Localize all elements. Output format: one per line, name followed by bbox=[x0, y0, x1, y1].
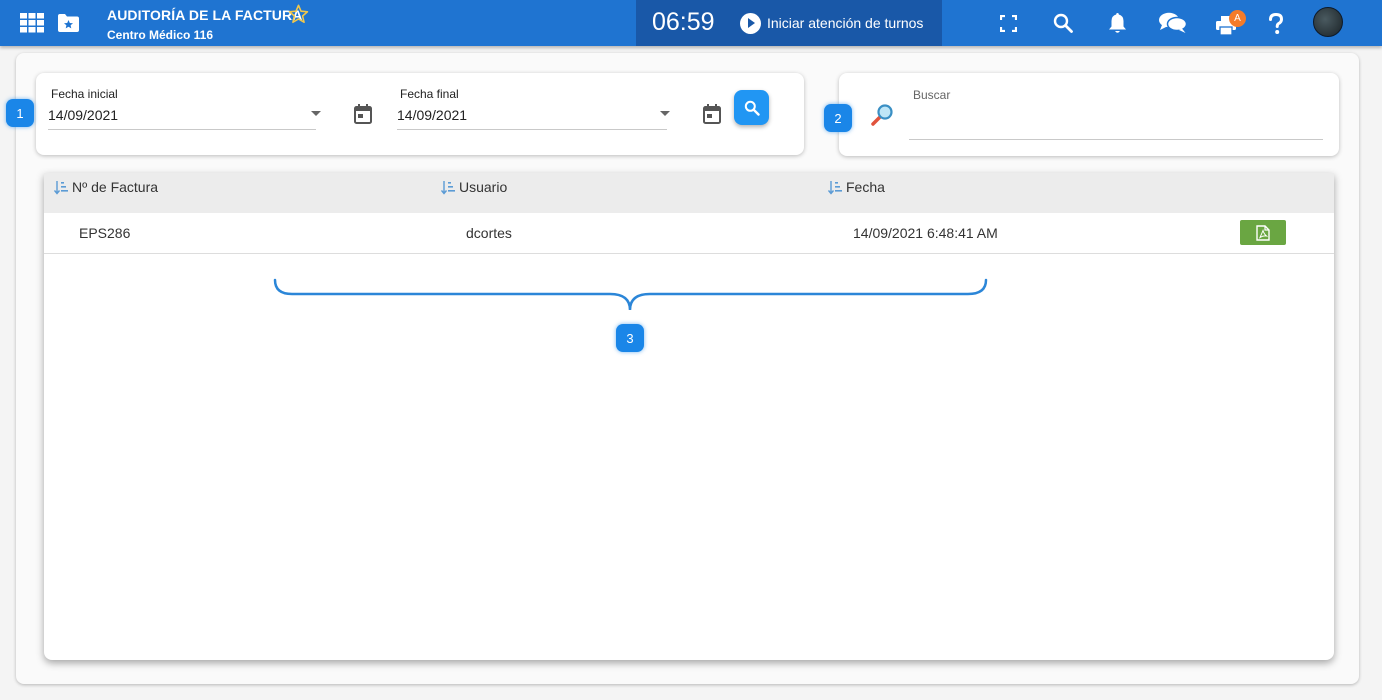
step-badge-3: 3 bbox=[616, 324, 644, 352]
step-badge-1: 1 bbox=[6, 99, 34, 127]
end-date-label: Fecha final bbox=[400, 87, 459, 101]
start-date-label: Fecha inicial bbox=[51, 87, 118, 101]
top-bar: AUDITORÍA DE LA FACTURA Centro Médico 11… bbox=[0, 0, 1382, 46]
invoice-table: Nº de Factura Usuario Fecha EPS286 dcort… bbox=[44, 173, 1334, 660]
pdf-button[interactable] bbox=[1240, 220, 1286, 245]
favorite-star-icon[interactable] bbox=[288, 4, 309, 29]
end-date-value[interactable]: 14/09/2021 bbox=[397, 107, 467, 123]
fullscreen-icon[interactable] bbox=[1000, 15, 1017, 32]
step-badge-2: 2 bbox=[824, 104, 852, 132]
search-label: Buscar bbox=[913, 88, 951, 102]
play-icon bbox=[740, 12, 761, 34]
search-icon bbox=[744, 100, 760, 116]
magnifier-icon bbox=[870, 103, 894, 132]
column-header-date-label: Fecha bbox=[846, 179, 885, 195]
search-input[interactable] bbox=[909, 108, 1323, 138]
search-icon[interactable] bbox=[1053, 13, 1073, 33]
apps-grid-icon[interactable] bbox=[20, 13, 44, 33]
table-header: Nº de Factura Usuario Fecha bbox=[44, 173, 1334, 213]
page-subtitle: Centro Médico 116 bbox=[107, 28, 214, 42]
cell-user: dcortes bbox=[466, 225, 512, 241]
sort-icon bbox=[441, 180, 455, 195]
cell-date: 14/09/2021 6:48:41 AM bbox=[853, 225, 998, 241]
search-button[interactable] bbox=[734, 90, 769, 125]
notification-badge: A bbox=[1229, 10, 1246, 27]
sort-icon bbox=[54, 180, 68, 195]
cell-invoice: EPS286 bbox=[79, 225, 131, 241]
end-date-dropdown-icon[interactable] bbox=[660, 111, 670, 116]
column-header-user-label: Usuario bbox=[459, 179, 508, 195]
column-header-user[interactable]: Usuario bbox=[441, 179, 507, 195]
start-date-underline bbox=[48, 129, 316, 130]
sort-icon bbox=[828, 180, 842, 195]
bell-icon[interactable] bbox=[1108, 12, 1127, 34]
pdf-icon bbox=[1256, 224, 1270, 241]
column-header-invoice-label: Nº de Factura bbox=[72, 179, 159, 195]
start-turns-button[interactable]: Iniciar atención de turnos bbox=[740, 11, 923, 35]
turns-panel: 06:59 Iniciar atención de turnos bbox=[636, 0, 942, 46]
table-row[interactable]: EPS286 dcortes 14/09/2021 6:48:41 AM bbox=[44, 213, 1334, 254]
star-folder-icon[interactable] bbox=[58, 14, 79, 32]
start-date-dropdown-icon[interactable] bbox=[311, 111, 321, 116]
clock: 06:59 bbox=[652, 8, 715, 36]
page-title: AUDITORÍA DE LA FACTURA bbox=[107, 7, 303, 23]
chat-icon[interactable] bbox=[1158, 12, 1187, 34]
end-calendar-icon[interactable] bbox=[703, 104, 721, 129]
column-header-invoice[interactable]: Nº de Factura bbox=[54, 179, 158, 195]
help-icon[interactable] bbox=[1268, 13, 1284, 35]
end-date-underline bbox=[397, 129, 667, 130]
search-underline bbox=[909, 139, 1323, 140]
start-date-value[interactable]: 14/09/2021 bbox=[48, 107, 118, 123]
start-turns-label: Iniciar atención de turnos bbox=[767, 15, 924, 31]
avatar[interactable] bbox=[1313, 7, 1343, 37]
start-calendar-icon[interactable] bbox=[354, 104, 372, 129]
column-header-date[interactable]: Fecha bbox=[828, 179, 885, 195]
brace-annotation bbox=[273, 278, 988, 311]
